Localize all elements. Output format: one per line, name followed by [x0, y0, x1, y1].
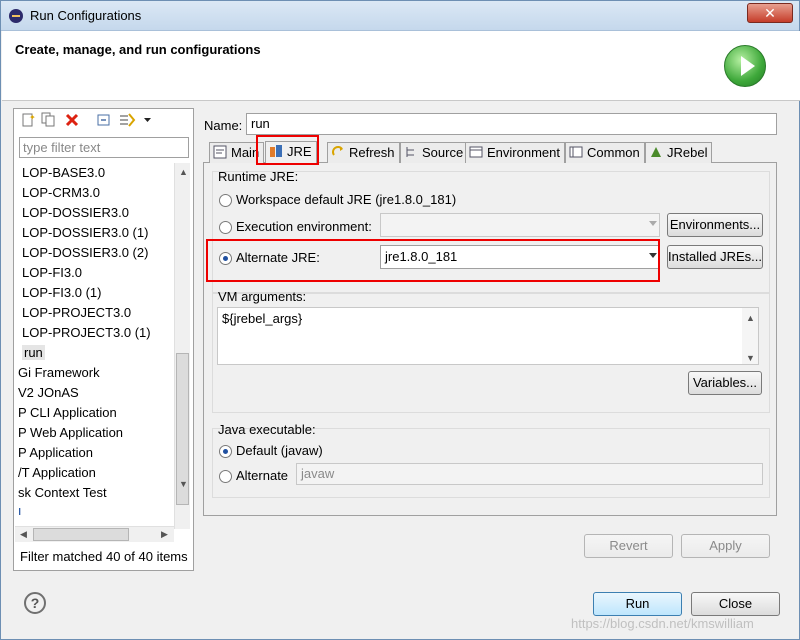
filter-icon[interactable]: [118, 112, 136, 128]
scroll-right-icon[interactable]: ▶: [161, 529, 168, 540]
configuration-list: LOP-BASE3.0 LOP-CRM3.0 LOP-DOSSIER3.0 LO…: [15, 163, 174, 515]
vertical-scrollbar[interactable]: ▲ ▼: [174, 163, 190, 529]
duplicate-icon[interactable]: [40, 112, 56, 128]
close-button[interactable]: Close: [691, 592, 780, 616]
new-config-icon[interactable]: ✦: [20, 112, 36, 128]
vm-arguments-title: VM arguments:: [218, 289, 307, 304]
tab-content: Runtime JRE: Workspace default JRE (jre1…: [203, 162, 777, 516]
highlight-alternate-jre: [206, 239, 660, 282]
horizontal-scrollbar[interactable]: ◀ ▶: [15, 526, 174, 542]
list-item[interactable]: P CLI Application: [15, 403, 174, 423]
configuration-tree-pane: ✦ type filter text LOP-BASE3.0 LOP-CRM3.…: [13, 108, 194, 571]
list-item[interactable]: L: [15, 503, 174, 515]
filter-status: Filter matched 40 of 40 items: [20, 549, 188, 564]
execution-env-label: Execution environment:: [236, 219, 372, 234]
list-item[interactable]: sk Context Test: [15, 483, 174, 503]
installed-jres-button[interactable]: Installed JREs...: [667, 245, 763, 269]
scroll-thumb-h[interactable]: [33, 528, 129, 541]
list-item[interactable]: LOP-FI3.0: [15, 263, 174, 283]
variables-button[interactable]: Variables...: [688, 371, 762, 395]
list-item[interactable]: LOP-PROJECT3.0 (1): [15, 323, 174, 343]
scroll-left-icon[interactable]: ◀: [20, 529, 27, 540]
java-alternate-input[interactable]: javaw: [296, 463, 763, 485]
scroll-up-icon[interactable]: ▲: [746, 310, 755, 326]
list-item[interactable]: V2 JOnAS: [15, 383, 174, 403]
run-configurations-dialog: Run Configurations ✕ Create, manage, and…: [0, 0, 800, 640]
source-icon: [404, 145, 418, 159]
jrebel-icon: [649, 145, 663, 159]
revert-button[interactable]: Revert: [584, 534, 673, 558]
tab-common[interactable]: Common: [565, 142, 645, 163]
textarea-scrollbar[interactable]: ▲ ▼: [742, 308, 758, 364]
window-title: Run Configurations: [30, 8, 142, 23]
common-icon: [569, 145, 583, 159]
delete-icon[interactable]: [64, 112, 80, 128]
collapse-all-icon[interactable]: [96, 112, 112, 128]
list-item[interactable]: LOP-BASE3.0: [15, 163, 174, 183]
svg-text:✦: ✦: [29, 113, 36, 122]
java-alternate-label: Alternate: [236, 468, 289, 483]
list-item[interactable]: LOP-DOSSIER3.0 (1): [15, 223, 174, 243]
list-item[interactable]: LOP-PROJECT3.0: [15, 303, 174, 323]
environment-icon: [469, 145, 483, 159]
tab-environment[interactable]: Environment: [465, 142, 565, 163]
name-input[interactable]: run: [246, 113, 777, 135]
scroll-up-icon[interactable]: ▲: [179, 167, 188, 177]
run-button[interactable]: Run: [593, 592, 682, 616]
java-default-radio[interactable]: [219, 445, 232, 458]
tab-refresh[interactable]: Refresh: [327, 142, 400, 163]
list-item[interactable]: LOP-DOSSIER3.0: [15, 203, 174, 223]
scroll-down-icon[interactable]: ▼: [179, 479, 188, 489]
execution-env-select[interactable]: [380, 213, 660, 237]
list-item[interactable]: Gi Framework: [15, 363, 174, 383]
refresh-icon: [331, 145, 345, 159]
highlight-jre-tab: [256, 135, 319, 165]
workspace-default-label: Workspace default JRE (jre1.8.0_181): [236, 192, 457, 207]
apply-button[interactable]: Apply: [681, 534, 770, 558]
java-executable-title: Java executable:: [218, 422, 316, 437]
list-item[interactable]: LOP-DOSSIER3.0 (2): [15, 243, 174, 263]
list-item[interactable]: P Application: [15, 443, 174, 463]
list-item[interactable]: LOP-CRM3.0: [15, 183, 174, 203]
run-large-icon: [724, 45, 766, 87]
list-item[interactable]: P Web Application: [15, 423, 174, 443]
eclipse-icon: [9, 9, 23, 23]
list-item[interactable]: LOP-FI3.0 (1): [15, 283, 174, 303]
java-alternate-radio[interactable]: [219, 470, 232, 483]
watermark: https://blog.csdn.net/kmswilliam: [571, 616, 754, 631]
list-item-selected[interactable]: run: [15, 343, 174, 363]
vm-arguments-textarea[interactable]: ${jrebel_args} ▲ ▼: [217, 307, 759, 365]
environments-button[interactable]: Environments...: [667, 213, 763, 237]
filter-input[interactable]: type filter text: [19, 137, 189, 158]
window-close-button[interactable]: ✕: [747, 3, 793, 23]
tab-jrebel[interactable]: JRebel: [645, 142, 713, 163]
runtime-jre-title: Runtime JRE:: [218, 169, 299, 184]
execution-env-radio[interactable]: [219, 221, 232, 234]
header-banner: Create, manage, and run configurations: [2, 31, 800, 101]
java-default-label: Default (javaw): [236, 443, 323, 458]
list-item[interactable]: /T Application: [15, 463, 174, 483]
tab-source[interactable]: Source: [400, 142, 469, 163]
workspace-default-radio[interactable]: [219, 194, 232, 207]
help-icon[interactable]: ?: [24, 592, 46, 614]
name-label: Name:: [204, 118, 243, 133]
title-bar[interactable]: Run Configurations ✕: [1, 1, 799, 31]
dropdown-icon[interactable]: [140, 112, 156, 128]
chevron-down-icon: [649, 221, 657, 226]
main-icon: [213, 145, 227, 159]
configuration-editor: Name: run Runtime JRE: Workspace default…: [197, 108, 789, 571]
banner-title: Create, manage, and run configurations: [15, 42, 261, 57]
scroll-down-icon[interactable]: ▼: [746, 350, 755, 366]
